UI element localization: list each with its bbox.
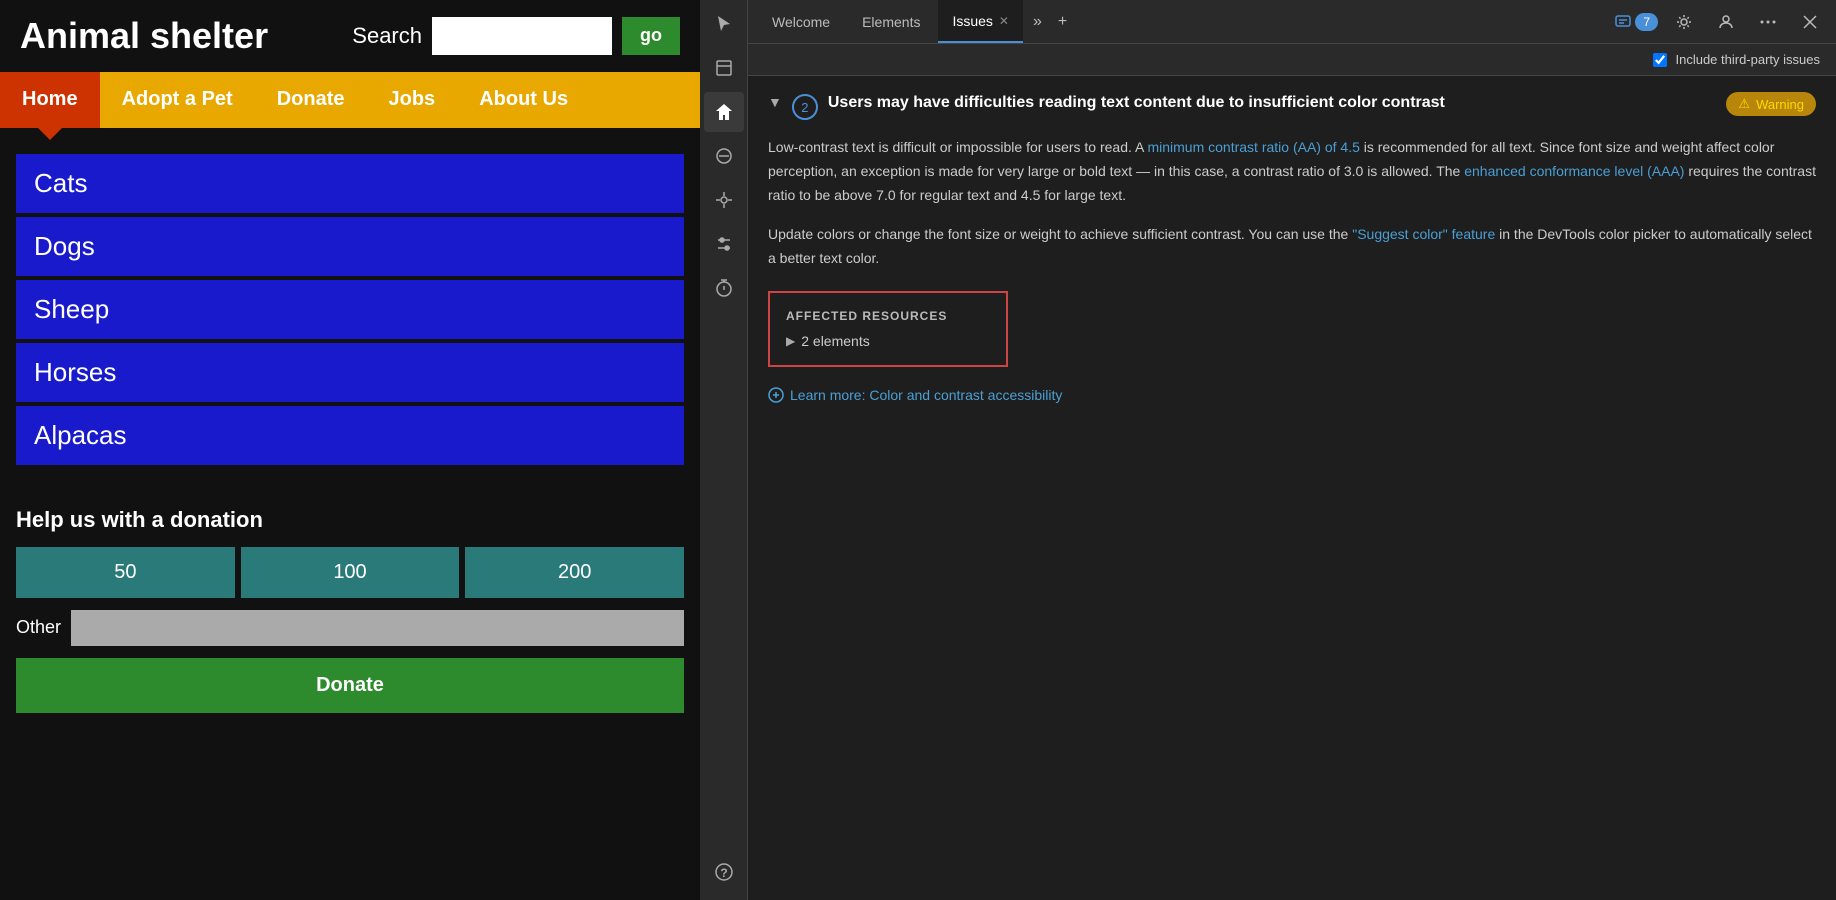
nav-bar: Home Adopt a Pet Donate Jobs About Us — [0, 72, 700, 128]
devtools-toolbar: 7 — [1615, 10, 1826, 34]
animal-dogs[interactable]: Dogs — [16, 217, 684, 276]
warning-label: Warning — [1756, 97, 1804, 112]
affected-resources-title: AFFECTED RESOURCES — [786, 309, 990, 323]
aa-contrast-link[interactable]: minimum contrast ratio (AA) of 4.5 — [1147, 139, 1359, 155]
tab-issues[interactable]: Issues ✕ — [938, 0, 1023, 43]
affected-elements-toggle[interactable]: ▶ 2 elements — [786, 333, 990, 349]
issues-content: ▼ 2 Users may have difficulties reading … — [748, 76, 1836, 900]
suggest-color-link[interactable]: "Suggest color" feature — [1352, 226, 1495, 242]
go-button[interactable]: go — [622, 17, 680, 55]
issue-count-display: 7 — [1615, 13, 1658, 31]
svg-text:?: ? — [720, 866, 727, 880]
animal-shelter-website: Animal shelter Search go Home Adopt a Pe… — [0, 0, 700, 900]
external-link-icon — [768, 387, 784, 403]
affected-count-text: 2 elements — [801, 333, 869, 349]
animal-alpacas[interactable]: Alpacas — [16, 406, 684, 465]
more-tabs-button[interactable]: » — [1027, 13, 1048, 31]
animal-list: Cats Dogs Sheep Horses Alpacas — [0, 138, 700, 481]
inspect-icon[interactable] — [704, 48, 744, 88]
issue-expand-arrow[interactable]: ▼ — [768, 94, 782, 110]
more-options-button[interactable] — [1752, 10, 1784, 34]
nav-adopt[interactable]: Adopt a Pet — [100, 72, 255, 128]
home-icon[interactable] — [704, 92, 744, 132]
settings-button[interactable] — [1668, 10, 1700, 34]
animal-horses[interactable]: Horses — [16, 343, 684, 402]
animal-sheep[interactable]: Sheep — [16, 280, 684, 339]
settings-icon — [1676, 14, 1692, 30]
issue-row: ▼ 2 Users may have difficulties reading … — [768, 92, 1816, 120]
affected-expand-icon: ▶ — [786, 334, 795, 348]
cursor-icon[interactable] — [704, 4, 744, 44]
tab-elements-label: Elements — [862, 14, 920, 30]
learn-more-text: Learn more: Color and contrast accessibi… — [790, 387, 1062, 403]
sliders-icon[interactable] — [704, 224, 744, 264]
donation-amount-buttons: 50 100 200 — [16, 547, 684, 598]
search-area: Search go — [352, 17, 680, 55]
donate-submit-button[interactable]: Donate — [16, 658, 684, 713]
learn-more-link[interactable]: Learn more: Color and contrast accessibi… — [768, 387, 1816, 403]
third-party-label: Include third-party issues — [1675, 52, 1820, 67]
site-header: Animal shelter Search go — [0, 0, 700, 72]
help-icon[interactable]: ? — [704, 852, 744, 892]
donation-100[interactable]: 100 — [241, 547, 460, 598]
aaa-contrast-link[interactable]: enhanced conformance level (AAA) — [1464, 163, 1684, 179]
animal-cats[interactable]: Cats — [16, 154, 684, 213]
other-amount-row: Other — [16, 610, 684, 646]
issue-update-text: Update colors or change the font size or… — [768, 223, 1816, 271]
issue-description: Low-contrast text is difficult or imposs… — [768, 136, 1816, 207]
donation-50[interactable]: 50 — [16, 547, 235, 598]
third-party-checkbox-row: Include third-party issues — [1653, 52, 1820, 67]
message-icon — [1615, 14, 1631, 30]
profile-icon — [1718, 14, 1734, 30]
search-input[interactable] — [432, 17, 612, 55]
other-label: Other — [16, 617, 61, 638]
timer-icon[interactable] — [704, 268, 744, 308]
issue-count-badge: 2 — [792, 94, 818, 120]
nav-jobs[interactable]: Jobs — [367, 72, 458, 128]
tab-welcome-label: Welcome — [772, 14, 830, 30]
close-icon — [1802, 14, 1818, 30]
close-devtools-button[interactable] — [1794, 10, 1826, 34]
nav-home[interactable]: Home — [0, 72, 100, 128]
donation-section: Help us with a donation 50 100 200 Other… — [0, 491, 700, 729]
issue-title-area: Users may have difficulties reading text… — [828, 92, 1717, 114]
donation-title: Help us with a donation — [16, 507, 684, 533]
devtools-main: Welcome Elements Issues ✕ » + 7 — [748, 0, 1836, 900]
add-tab-button[interactable]: + — [1052, 13, 1073, 31]
warning-icon: ⚠ — [1738, 96, 1750, 112]
tab-welcome[interactable]: Welcome — [758, 0, 844, 43]
no-entry-icon[interactable] — [704, 136, 744, 176]
tab-issues-close[interactable]: ✕ — [999, 14, 1009, 28]
nav-about[interactable]: About Us — [457, 72, 590, 128]
donation-200[interactable]: 200 — [465, 547, 684, 598]
tab-elements[interactable]: Elements — [848, 0, 934, 43]
other-amount-input[interactable] — [71, 610, 684, 646]
profile-button[interactable] — [1710, 10, 1742, 34]
devtools-options: Include third-party issues — [748, 44, 1836, 76]
more-dots-icon — [1760, 14, 1776, 30]
devtools-tabs: Welcome Elements Issues ✕ » + 7 — [748, 0, 1836, 44]
tab-issues-label: Issues — [952, 13, 992, 29]
warning-badge: ⚠ Warning — [1726, 92, 1816, 116]
search-label: Search — [352, 23, 422, 49]
site-title: Animal shelter — [20, 16, 268, 56]
third-party-checkbox[interactable] — [1653, 53, 1667, 67]
issues-count: 7 — [1635, 13, 1658, 31]
debug-icon[interactable] — [704, 180, 744, 220]
nav-donate[interactable]: Donate — [255, 72, 367, 128]
devtools-panel: ? Welcome Elements Issues ✕ » + 7 — [700, 0, 1836, 900]
issue-title: Users may have difficulties reading text… — [828, 92, 1717, 114]
devtools-sidebar: ? — [700, 0, 748, 900]
affected-resources-box: AFFECTED RESOURCES ▶ 2 elements — [768, 291, 1008, 367]
